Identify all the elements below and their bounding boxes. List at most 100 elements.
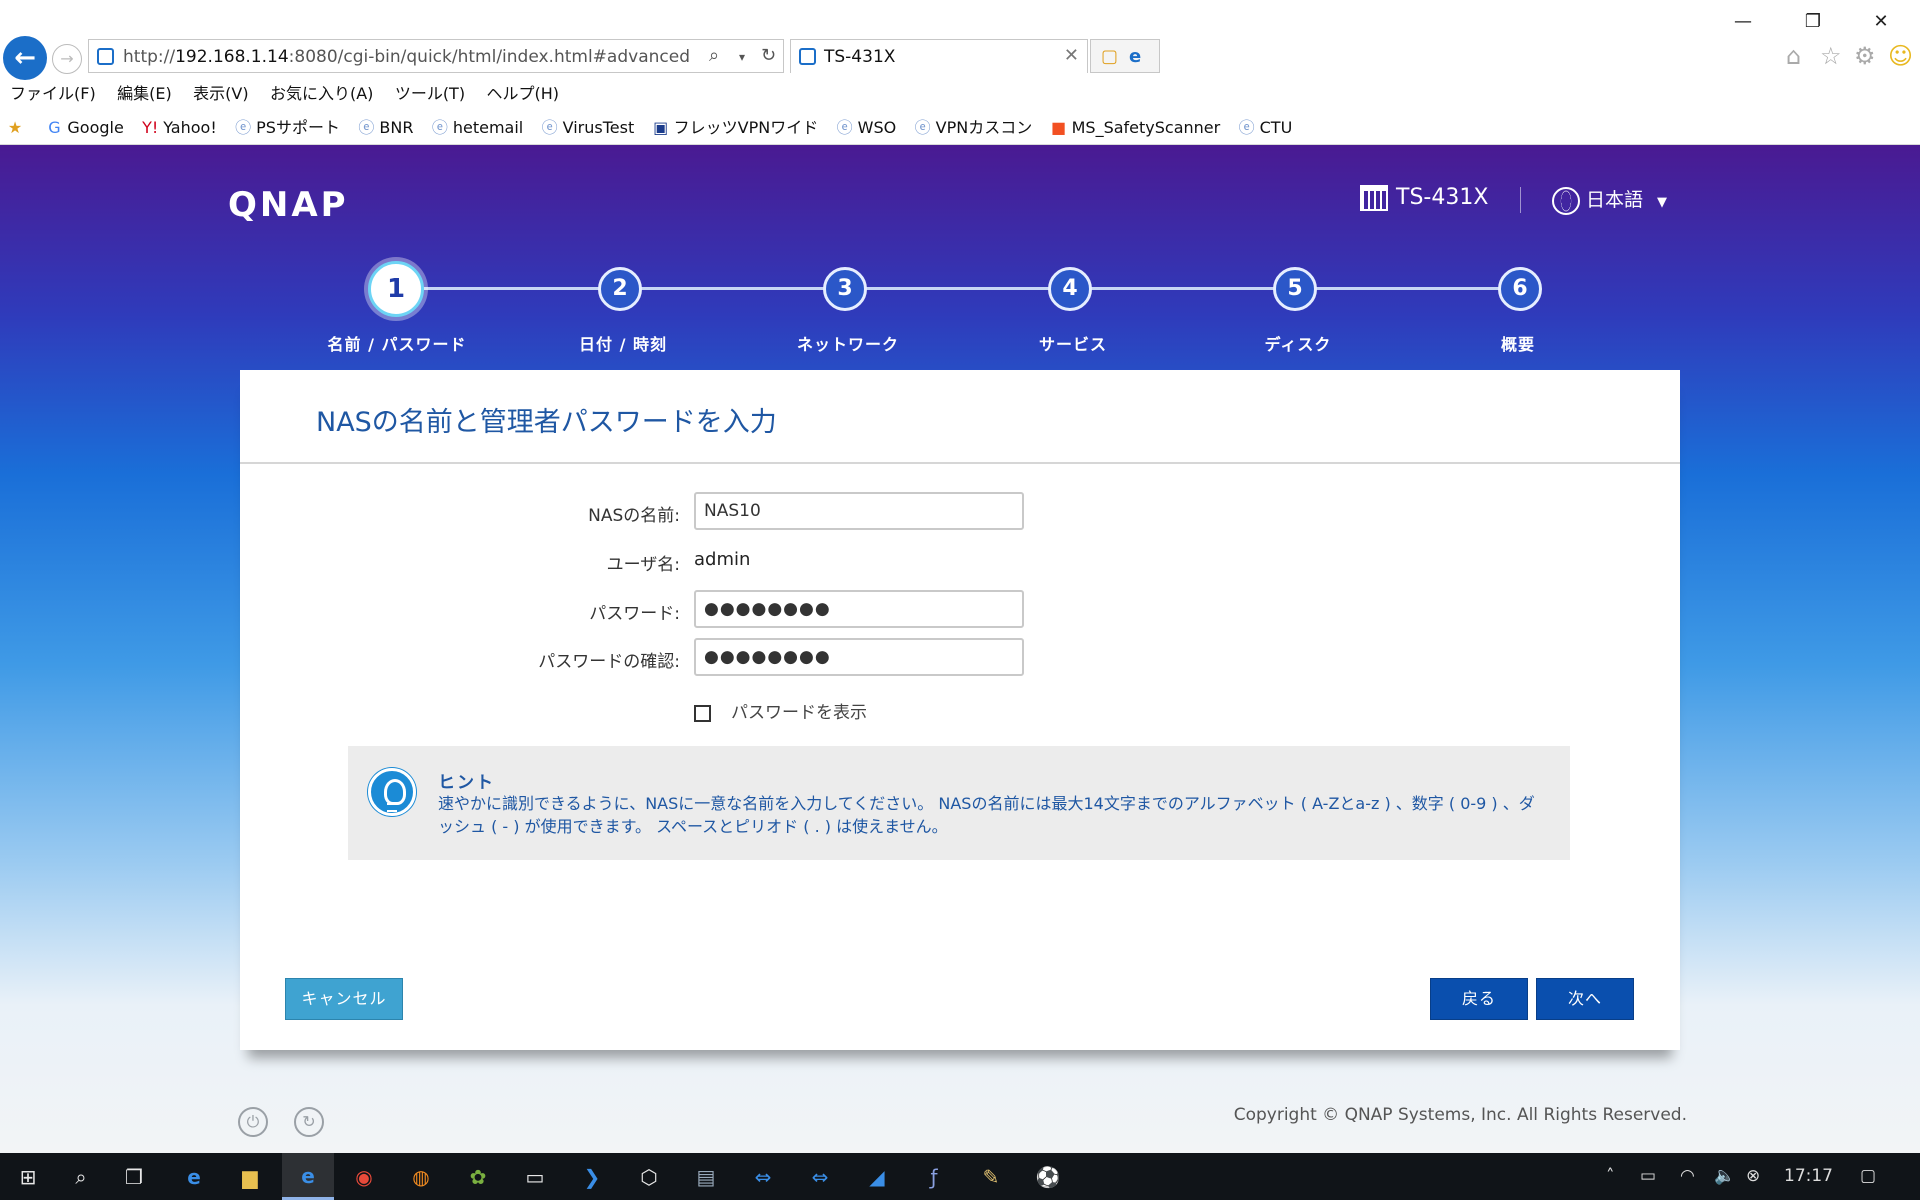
fav-hetemail[interactable]: ⓔ hetemail xyxy=(431,114,523,138)
package-icon[interactable]: ⬡ xyxy=(635,1163,663,1191)
fav-ps-support[interactable]: ⓔ PSサポート xyxy=(234,114,340,138)
menu-help[interactable]: ヘルプ(H) xyxy=(486,80,559,104)
qnap-logo: QNAP xyxy=(228,185,349,225)
new-tab-area[interactable]: ▢ e xyxy=(1090,39,1160,73)
qnap-setup-page: QNAP TS-431X 日本語 ▼ 1 2 3 4 5 6 名前 / パスワード… xyxy=(0,145,1920,1153)
refresh-icon[interactable]: ↻ xyxy=(761,45,776,66)
app-icon-3[interactable]: ƒ xyxy=(920,1163,948,1191)
fav-wso[interactable]: ⓔ WSO xyxy=(836,114,897,138)
fav-vpn-cascon[interactable]: ⓔ VPNカスコン xyxy=(914,114,1033,138)
search-taskbar-icon[interactable]: ⌕ xyxy=(67,1163,95,1191)
power-icon[interactable]: ⏻ xyxy=(238,1107,268,1137)
nas-name-input[interactable] xyxy=(694,492,1024,530)
copyright-text: Copyright © QNAP Systems, Inc. All Right… xyxy=(1233,1105,1687,1125)
home-icon[interactable]: ⌂ xyxy=(1786,42,1801,70)
app-icon-1[interactable]: ✿ xyxy=(464,1163,492,1191)
paint-icon[interactable]: ✎ xyxy=(977,1163,1005,1191)
show-password-label: パスワードを表示 xyxy=(731,703,867,723)
dropdown-icon[interactable]: ▾ xyxy=(739,50,745,64)
close-window-icon[interactable]: ✕ xyxy=(1858,8,1904,36)
url-text: http://192.168.1.14:8080/cgi-bin/quick/h… xyxy=(123,47,690,67)
page-favicon-icon xyxy=(97,48,114,65)
battery-icon: ▭ xyxy=(1640,1166,1657,1186)
title-divider xyxy=(240,462,1680,464)
tab-title: TS-431X xyxy=(824,47,896,67)
forward-button[interactable]: → xyxy=(52,44,82,74)
new-tab-icon[interactable]: ▢ xyxy=(1101,46,1118,67)
notifications-icon[interactable]: ▢ xyxy=(1860,1166,1876,1186)
soccer-icon[interactable]: ⚽ xyxy=(1034,1163,1062,1191)
language-selector[interactable]: 日本語 ▼ xyxy=(1552,185,1667,215)
favorites-star-icon[interactable]: ☆ xyxy=(1820,42,1842,70)
browser-chrome: — ❐ ✕ ← → http://192.168.1.14:8080/cgi-b… xyxy=(0,0,1920,145)
cancel-button[interactable]: キャンセル xyxy=(285,978,403,1020)
restart-icon[interactable]: ↻ xyxy=(294,1107,324,1137)
show-password-toggle[interactable]: パスワードを表示 xyxy=(694,698,867,723)
fav-ctu[interactable]: ⓔ CTU xyxy=(1238,114,1293,138)
back-step-button[interactable]: 戻る xyxy=(1430,978,1528,1020)
step-6-circle: 6 xyxy=(1498,267,1542,311)
nas-device-icon xyxy=(1360,185,1388,211)
show-password-checkbox[interactable] xyxy=(694,704,711,722)
terminal-icon[interactable]: ▭ xyxy=(521,1163,549,1191)
menu-tools[interactable]: ツール(T) xyxy=(395,80,465,104)
wizard-stepper: 1 2 3 4 5 6 名前 / パスワード 日付 / 時刻 ネットワーク サー… xyxy=(0,253,1920,354)
tray-chevron-icon[interactable]: ˄ xyxy=(1606,1166,1615,1186)
menu-bar: ファイル(F) 編集(E) 表示(V) お気に入り(A) ツール(T) ヘルプ(… xyxy=(10,80,575,104)
step-4-label: サービス xyxy=(1038,335,1107,354)
edge-icon[interactable]: e xyxy=(1129,46,1141,67)
step-4-circle: 4 xyxy=(1048,267,1092,311)
step-6-label: 概要 xyxy=(1500,335,1535,354)
powershell-icon[interactable]: ❯ xyxy=(578,1163,606,1191)
network-disconnected-icon[interactable]: ⊗ xyxy=(1746,1166,1760,1186)
ie-taskbar-icon[interactable]: e xyxy=(282,1153,334,1200)
fav-ms-safety[interactable]: ■ MS_SafetyScanner xyxy=(1050,118,1220,137)
menu-edit[interactable]: 編集(E) xyxy=(117,80,172,104)
back-button[interactable]: ← xyxy=(3,36,47,80)
smiley-feedback-icon[interactable]: ☺ xyxy=(1888,42,1913,70)
volume-icon[interactable]: 🔈 xyxy=(1714,1166,1735,1186)
chrome-icon[interactable]: ◉ xyxy=(350,1163,378,1191)
hint-text: 速やかに識別できるように、NASに一意な名前を入力してください。 NASの名前に… xyxy=(438,794,1535,836)
fav-flets-vpn[interactable]: ▣ フレッツVPNワイド xyxy=(652,114,818,138)
teamviewer-icon[interactable]: ⇔ xyxy=(749,1163,777,1191)
menu-file[interactable]: ファイル(F) xyxy=(10,80,96,104)
edge-taskbar-icon[interactable]: e xyxy=(180,1163,208,1191)
password-input[interactable] xyxy=(694,590,1024,628)
windows-taskbar: ⊞ ⌕ ❐ e ▆ e ◉ ◍ ✿ ▭ ❯ ⬡ ▤ ⇔ ⇔ ◢ ƒ ✎ ⚽ ˄ … xyxy=(0,1153,1920,1200)
next-button[interactable]: 次へ xyxy=(1536,978,1634,1020)
confirm-password-input[interactable] xyxy=(694,638,1024,676)
header-divider xyxy=(1520,187,1521,213)
task-view-icon[interactable]: ❐ xyxy=(120,1163,148,1191)
menu-view[interactable]: 表示(V) xyxy=(193,80,248,104)
tab-close-icon[interactable]: ✕ xyxy=(1064,45,1079,66)
app-icon-2[interactable]: ◢ xyxy=(863,1163,891,1191)
browser-tab[interactable]: TS-431X ✕ xyxy=(790,39,1088,73)
favorites-bar: ★ G Google Y! Yahoo! ⓔ PSサポート ⓔ BNR ⓔ hetemai… xyxy=(6,114,1304,138)
minimize-icon[interactable]: — xyxy=(1720,8,1766,36)
tab-favicon-icon xyxy=(799,48,816,65)
windows-start-icon[interactable]: ⊞ xyxy=(14,1163,42,1191)
wifi-icon[interactable]: ◠ xyxy=(1680,1166,1695,1186)
favorites-add-icon[interactable]: ★ xyxy=(6,118,28,137)
password-label: パスワード: xyxy=(589,604,680,624)
address-bar[interactable]: http://192.168.1.14:8080/cgi-bin/quick/h… xyxy=(88,39,784,73)
network-app-icon[interactable]: ▤ xyxy=(692,1163,720,1191)
confirm-password-label: パスワードの確認: xyxy=(538,652,680,672)
lightbulb-icon xyxy=(368,768,416,816)
file-explorer-icon[interactable]: ▆ xyxy=(236,1163,264,1191)
clock-time[interactable]: 17:17 xyxy=(1784,1166,1833,1186)
search-icon[interactable]: ⌕ xyxy=(709,45,719,66)
menu-favorites[interactable]: お気に入り(A) xyxy=(270,80,373,104)
settings-gear-icon[interactable]: ⚙ xyxy=(1854,42,1876,70)
step-5-label: ディスク xyxy=(1264,335,1332,354)
restore-icon[interactable]: ❐ xyxy=(1790,8,1836,36)
wizard-card: NASの名前と管理者パスワードを入力 NASの名前: ユーザ名: admin パ… xyxy=(240,370,1680,1050)
fav-google[interactable]: G Google xyxy=(45,118,124,137)
fav-bnr[interactable]: ⓔ BNR xyxy=(357,114,413,138)
firefox-icon[interactable]: ◍ xyxy=(407,1163,435,1191)
username-value: admin xyxy=(694,549,751,570)
fav-virustest[interactable]: ⓔ VirusTest xyxy=(541,114,635,138)
fav-yahoo[interactable]: Y! Yahoo! xyxy=(141,118,217,137)
teamviewer-2-icon[interactable]: ⇔ xyxy=(806,1163,834,1191)
